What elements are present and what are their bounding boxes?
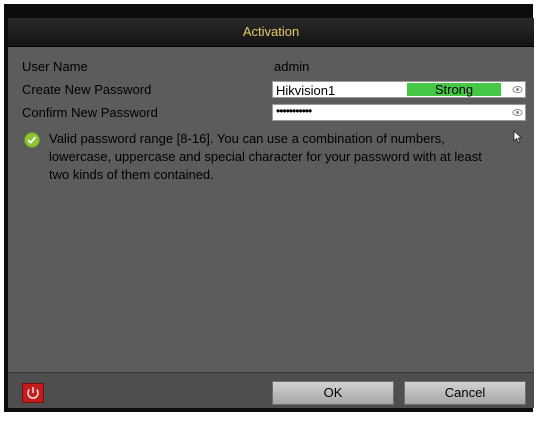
checkmark-icon	[24, 132, 40, 148]
dialog-footer: OK Cancel	[8, 372, 534, 408]
create-password-input[interactable]: Hikvision1 Strong	[272, 81, 526, 98]
mouse-cursor-icon	[513, 130, 523, 144]
power-icon	[27, 387, 39, 399]
password-rules-tip: Valid password range [8-16]. You can use…	[49, 131, 482, 182]
confirm-password-label: Confirm New Password	[22, 105, 158, 120]
password-strength-meter: Strong	[407, 82, 501, 97]
dialog-title: Activation	[242, 24, 300, 39]
user-name-value: admin	[274, 59, 310, 74]
activation-dialog: Activation User Name admin Create New Pa…	[8, 18, 534, 408]
create-password-value: Hikvision1	[276, 83, 336, 98]
ok-button[interactable]: OK	[272, 381, 394, 405]
confirm-password-input[interactable]: •••••••••••	[272, 104, 526, 121]
eye-icon[interactable]	[512, 84, 523, 95]
user-name-label: User Name	[22, 59, 88, 74]
dialog-titlebar: Activation	[8, 18, 534, 47]
shutdown-button[interactable]	[22, 383, 44, 403]
cancel-button[interactable]: Cancel	[404, 381, 526, 405]
create-password-label: Create New Password	[22, 82, 152, 97]
password-strength-label: Strong	[434, 82, 474, 97]
confirm-password-masked-value: •••••••••••	[276, 104, 312, 118]
eye-icon[interactable]	[512, 107, 523, 118]
